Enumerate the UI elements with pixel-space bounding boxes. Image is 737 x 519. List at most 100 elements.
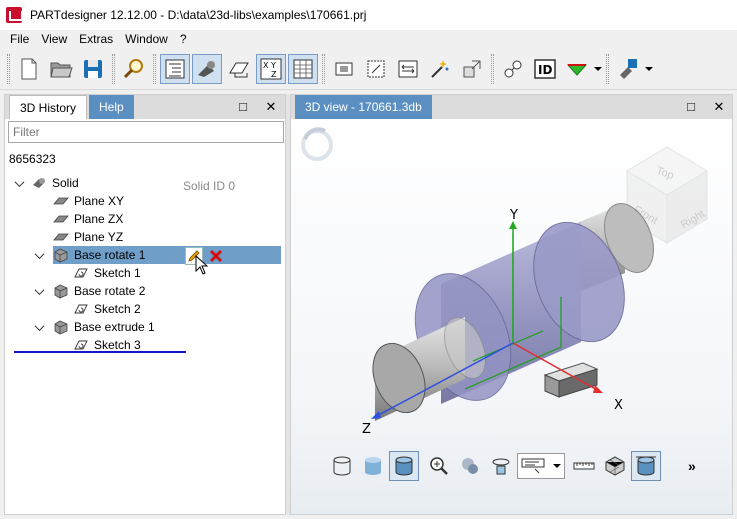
- extruded-key[interactable]: [543, 362, 599, 398]
- svg-text:ID: ID: [538, 63, 552, 77]
- chevron-down-icon[interactable]: [33, 285, 45, 297]
- assembly-button[interactable]: [498, 54, 528, 84]
- open-folder-icon: [50, 62, 73, 77]
- measure-icon: [398, 60, 418, 77]
- save-bolt-button[interactable]: [613, 54, 643, 84]
- part-button[interactable]: [329, 54, 359, 84]
- menu-extras[interactable]: Extras: [73, 32, 119, 46]
- tree-item-base-rotate-2[interactable]: Base rotate 2: [33, 282, 145, 300]
- axis-label-z: Z: [362, 422, 371, 437]
- save-icon: [84, 59, 102, 78]
- mesh-icon: [605, 456, 625, 476]
- magic-wand-button[interactable]: [425, 54, 455, 84]
- menu-window[interactable]: Window: [119, 32, 174, 46]
- toolbar-separator: [112, 53, 115, 84]
- xyz-axes-icon: X YZ: [260, 58, 282, 79]
- tree-item-label: Sketch 3: [94, 338, 141, 352]
- more-tools-button[interactable]: »: [688, 458, 696, 474]
- wireframe-view-button[interactable]: [327, 451, 357, 481]
- tree-item-plane-zx[interactable]: Plane ZX: [53, 210, 123, 228]
- tree-item-label: Plane ZX: [74, 212, 124, 226]
- save-button[interactable]: [78, 54, 108, 84]
- section-view-button[interactable]: [631, 451, 661, 481]
- xyz-axes-button[interactable]: XYZ: [256, 53, 286, 84]
- export-button[interactable]: [457, 54, 487, 84]
- feature-icon: [53, 319, 69, 335]
- variant-dropdown[interactable]: [593, 54, 603, 84]
- zoom-icon: [430, 457, 448, 475]
- toolbar-separator: [322, 53, 325, 84]
- tree-item-sketch-2[interactable]: Sketch 2: [73, 300, 141, 318]
- svg-text:X: X: [263, 61, 269, 70]
- view-tabbar: 3D view - 170661.3db □ ✕: [291, 95, 732, 119]
- variant-button[interactable]: [562, 54, 592, 84]
- camera-icon: [198, 60, 215, 77]
- root-id: 8656323: [9, 152, 56, 166]
- menu-file[interactable]: File: [4, 32, 35, 46]
- filter-input[interactable]: [8, 121, 284, 143]
- menu-view[interactable]: View: [35, 32, 73, 46]
- save-bolt-dropdown[interactable]: [644, 54, 654, 84]
- chevron-down-icon[interactable]: [13, 177, 25, 189]
- main-toolbar: XYZ ID: [0, 48, 737, 90]
- tab-3d-view[interactable]: 3D view - 170661.3db: [295, 95, 432, 119]
- save-bolt-icon: [620, 58, 637, 79]
- dimension-icon: [367, 60, 385, 77]
- tree-item-plane-yz[interactable]: Plane YZ: [53, 228, 123, 246]
- mesh-button[interactable]: [600, 451, 630, 481]
- tree-item-base-extrude-1[interactable]: Base extrude 1: [33, 318, 155, 336]
- dimension-button[interactable]: [361, 54, 391, 84]
- maximize-icon[interactable]: □: [235, 99, 251, 115]
- rotate-view-button[interactable]: [455, 451, 485, 481]
- tree-item-sketch-1[interactable]: Sketch 1: [73, 264, 141, 282]
- measure-button[interactable]: [393, 54, 423, 84]
- tree-item-base-rotate-1[interactable]: Base rotate 1: [53, 246, 183, 264]
- history-panel: 3D History Help □ ✕ 8656323 Solid Solid …: [4, 94, 286, 515]
- ruler-icon: [573, 462, 595, 470]
- tree-item-solid[interactable]: Solid: [13, 174, 79, 192]
- feature-icon: [53, 247, 69, 263]
- chevron-down-icon[interactable]: [33, 249, 45, 261]
- solid-view-button[interactable]: [389, 451, 419, 481]
- open-button[interactable]: [46, 54, 76, 84]
- 3d-viewport[interactable]: Top Front Right Y X Z »: [291, 119, 732, 514]
- zoom-button[interactable]: [424, 451, 454, 481]
- maximize-icon[interactable]: □: [683, 99, 699, 115]
- title-bar: PARTdesigner 12.12.00 - D:\data\23d-libs…: [0, 0, 737, 30]
- menu-bar: File View Extras Window ?: [0, 30, 737, 48]
- menu-help[interactable]: ?: [174, 32, 193, 46]
- shaded-cylinder-icon: [365, 457, 381, 475]
- new-file-button[interactable]: [14, 54, 44, 84]
- tree-item-label: Base rotate 1: [74, 248, 146, 262]
- tree-item-label: Plane YZ: [74, 230, 124, 244]
- toolbar-grip[interactable]: [7, 53, 10, 84]
- search-button[interactable]: [119, 54, 149, 84]
- plane-icon: [53, 211, 69, 227]
- feature-icon: [53, 283, 69, 299]
- close-icon[interactable]: ✕: [711, 99, 727, 115]
- id-button[interactable]: ID: [530, 54, 560, 84]
- shaded-view-button[interactable]: [358, 451, 388, 481]
- measure-combo[interactable]: [517, 453, 565, 479]
- delete-button[interactable]: [207, 247, 225, 265]
- toolbar-separator: [606, 53, 609, 84]
- close-icon[interactable]: ✕: [263, 99, 279, 115]
- orbit-button[interactable]: [486, 451, 516, 481]
- tab-3d-history[interactable]: 3D History: [9, 95, 88, 119]
- table-button[interactable]: [288, 53, 318, 84]
- camera-button[interactable]: [192, 53, 222, 84]
- toolbar-separator: [153, 53, 156, 84]
- app-logo-icon: [6, 7, 23, 23]
- toolbar-separator: [491, 53, 494, 84]
- solid-id-label: Solid ID 0: [183, 179, 236, 193]
- magic-wand-icon: [431, 59, 449, 78]
- export-icon: [463, 60, 481, 77]
- id-icon: ID: [534, 58, 556, 79]
- chevron-down-icon[interactable]: [33, 321, 45, 333]
- tab-help[interactable]: Help: [89, 95, 134, 119]
- ruler-button[interactable]: [569, 451, 599, 481]
- sketch-plane-button[interactable]: [224, 54, 254, 84]
- history-tabbar: 3D History Help □ ✕: [5, 95, 285, 119]
- tree-view-button[interactable]: [160, 53, 190, 84]
- tree-item-plane-xy[interactable]: Plane XY: [53, 192, 124, 210]
